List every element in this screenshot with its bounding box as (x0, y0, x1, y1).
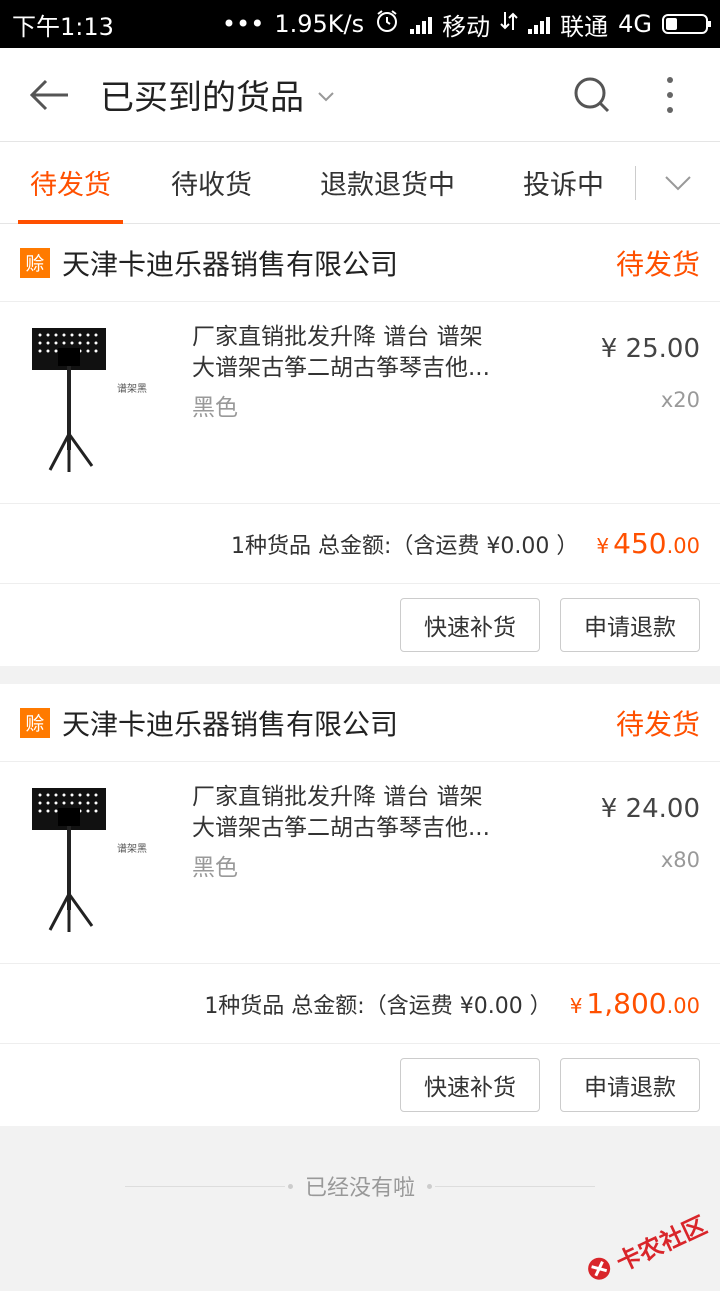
product-info: 厂家直销批发升降 谱台 谱架 大谱架古筝二胡古筝琴吉他... 黑色 (192, 322, 560, 503)
network-type: 4G (618, 10, 652, 38)
page-title-dropdown[interactable]: 已买到的货品 (100, 70, 334, 119)
request-refund-button[interactable]: 申请退款 (560, 598, 700, 652)
credit-badge: 赊 (20, 707, 50, 738)
chevron-down-icon (318, 83, 334, 107)
more-vertical-icon (667, 76, 673, 113)
back-arrow-icon (29, 79, 68, 110)
unit-price: ¥ 25.00 (600, 334, 700, 364)
product-title-line-2: 大谱架古筝二胡古筝琴吉他... (192, 355, 490, 381)
more-button[interactable] (640, 65, 700, 125)
tab-refund[interactable]: 退款退货中 (308, 142, 467, 224)
alarm-icon (374, 8, 400, 40)
order-total: ¥450.00 (596, 527, 700, 560)
total-currency: ¥ (596, 534, 610, 558)
price-block: ¥ 25.00 x20 (560, 322, 700, 503)
tab-complaint[interactable]: 投诉中 (511, 142, 616, 224)
battery-icon (662, 14, 711, 34)
data-transfer-icon (500, 10, 518, 38)
product-title-line-1: 厂家直销批发升降 谱台 谱架 (192, 324, 483, 350)
quick-restock-button[interactable]: 快速补货 (400, 598, 540, 652)
status-dots: ••• (221, 10, 265, 38)
request-refund-button[interactable]: 申请退款 (560, 1058, 700, 1112)
product-spec: 黑色 (192, 395, 238, 421)
signal-icon (410, 14, 433, 34)
shop-name[interactable]: 天津卡迪乐器销售有限公司 (62, 243, 616, 283)
carrier-2: 联通 (560, 12, 609, 41)
total-currency: ¥ (569, 994, 583, 1018)
product-image-label: 谱架黑 (117, 382, 147, 395)
price-block: ¥ 24.00 x80 (560, 782, 700, 963)
status-right: ••• 1.95K/s 移动 联通 4G (221, 7, 711, 42)
divider-line (427, 1183, 595, 1189)
page-title: 已买到的货品 (100, 78, 304, 118)
order-header[interactable]: 赊 天津卡迪乐器销售有限公司 待发货 (0, 224, 720, 302)
order-card: 赊 天津卡迪乐器销售有限公司 待发货 谱架黑 厂家直销批发升降 谱台 谱架 大谱… (0, 224, 720, 666)
order-card: 赊 天津卡迪乐器销售有限公司 待发货 谱架黑 厂家直销批发升降 谱台 谱架 大谱… (0, 684, 720, 1126)
order-summary: 1种货品 总金额:（含运费 ¥0.00 ） ¥1,800.00 (0, 964, 720, 1044)
order-summary: 1种货品 总金额:（含运费 ¥0.00 ） ¥450.00 (0, 504, 720, 584)
shop-name[interactable]: 天津卡迪乐器销售有限公司 (62, 703, 616, 743)
credit-badge: 赊 (20, 247, 50, 278)
end-of-list: 已经没有啦 (0, 1126, 720, 1246)
tab-bar: 待发货 待收货 退款退货中 投诉中 (0, 142, 720, 224)
watermark-logo-icon (582, 1251, 618, 1289)
order-status: 待发货 (615, 247, 700, 281)
product-title-line-2: 大谱架古筝二胡古筝琴吉他... (192, 815, 490, 841)
product-image[interactable]: 谱架黑 (20, 322, 170, 482)
product-spec: 黑色 (192, 855, 238, 881)
total-decimal: .00 (666, 994, 700, 1018)
back-button[interactable] (20, 65, 80, 125)
expand-tabs-button[interactable] (636, 175, 720, 191)
total-integer: 450 (613, 527, 667, 560)
status-bar: 下午1:13 ••• 1.95K/s 移动 联通 4G (0, 0, 720, 48)
network-speed: 1.95K/s (274, 10, 365, 38)
product-title-line-1: 厂家直销批发升降 谱台 谱架 (192, 784, 483, 810)
unit-price: ¥ 24.00 (600, 794, 700, 824)
summary-text: 1种货品 总金额:（含运费 ¥0.00 ） (231, 533, 579, 559)
end-of-list-text: 已经没有啦 (304, 1176, 415, 1201)
tab-pending-receipt[interactable]: 待收货 (159, 142, 264, 224)
status-time: 下午1:13 (12, 12, 114, 41)
order-actions: 快速补货 申请退款 (0, 1044, 720, 1126)
order-actions: 快速补货 申请退款 (0, 584, 720, 666)
quantity: x20 (660, 388, 700, 412)
signal-icon-2 (528, 14, 551, 34)
search-button[interactable] (562, 65, 622, 125)
app-bar: 已买到的货品 (0, 48, 720, 142)
product-image[interactable]: 谱架黑 (20, 782, 170, 942)
order-total: ¥1,800.00 (570, 987, 700, 1020)
chevron-down-icon (665, 175, 691, 190)
order-status: 待发货 (615, 707, 700, 741)
total-integer: 1,800 (586, 987, 667, 1020)
tab-pending-shipment[interactable]: 待发货 (18, 142, 123, 224)
summary-text: 1种货品 总金额:（含运费 ¥0.00 ） (204, 993, 552, 1019)
status-left: 下午1:13 (12, 7, 114, 42)
quantity: x80 (660, 848, 700, 872)
product-image-label: 谱架黑 (117, 842, 147, 855)
product-info: 厂家直销批发升降 谱台 谱架 大谱架古筝二胡古筝琴吉他... 黑色 (192, 782, 560, 963)
quick-restock-button[interactable]: 快速补货 (400, 1058, 540, 1112)
order-item[interactable]: 谱架黑 厂家直销批发升降 谱台 谱架 大谱架古筝二胡古筝琴吉他... 黑色 ¥ … (0, 762, 720, 964)
search-icon (574, 77, 610, 112)
carrier-1: 移动 (442, 12, 491, 41)
total-decimal: .00 (666, 534, 700, 558)
order-header[interactable]: 赊 天津卡迪乐器销售有限公司 待发货 (0, 684, 720, 762)
divider-line (124, 1183, 293, 1189)
order-item[interactable]: 谱架黑 厂家直销批发升降 谱台 谱架 大谱架古筝二胡古筝琴吉他... 黑色 ¥ … (0, 302, 720, 504)
